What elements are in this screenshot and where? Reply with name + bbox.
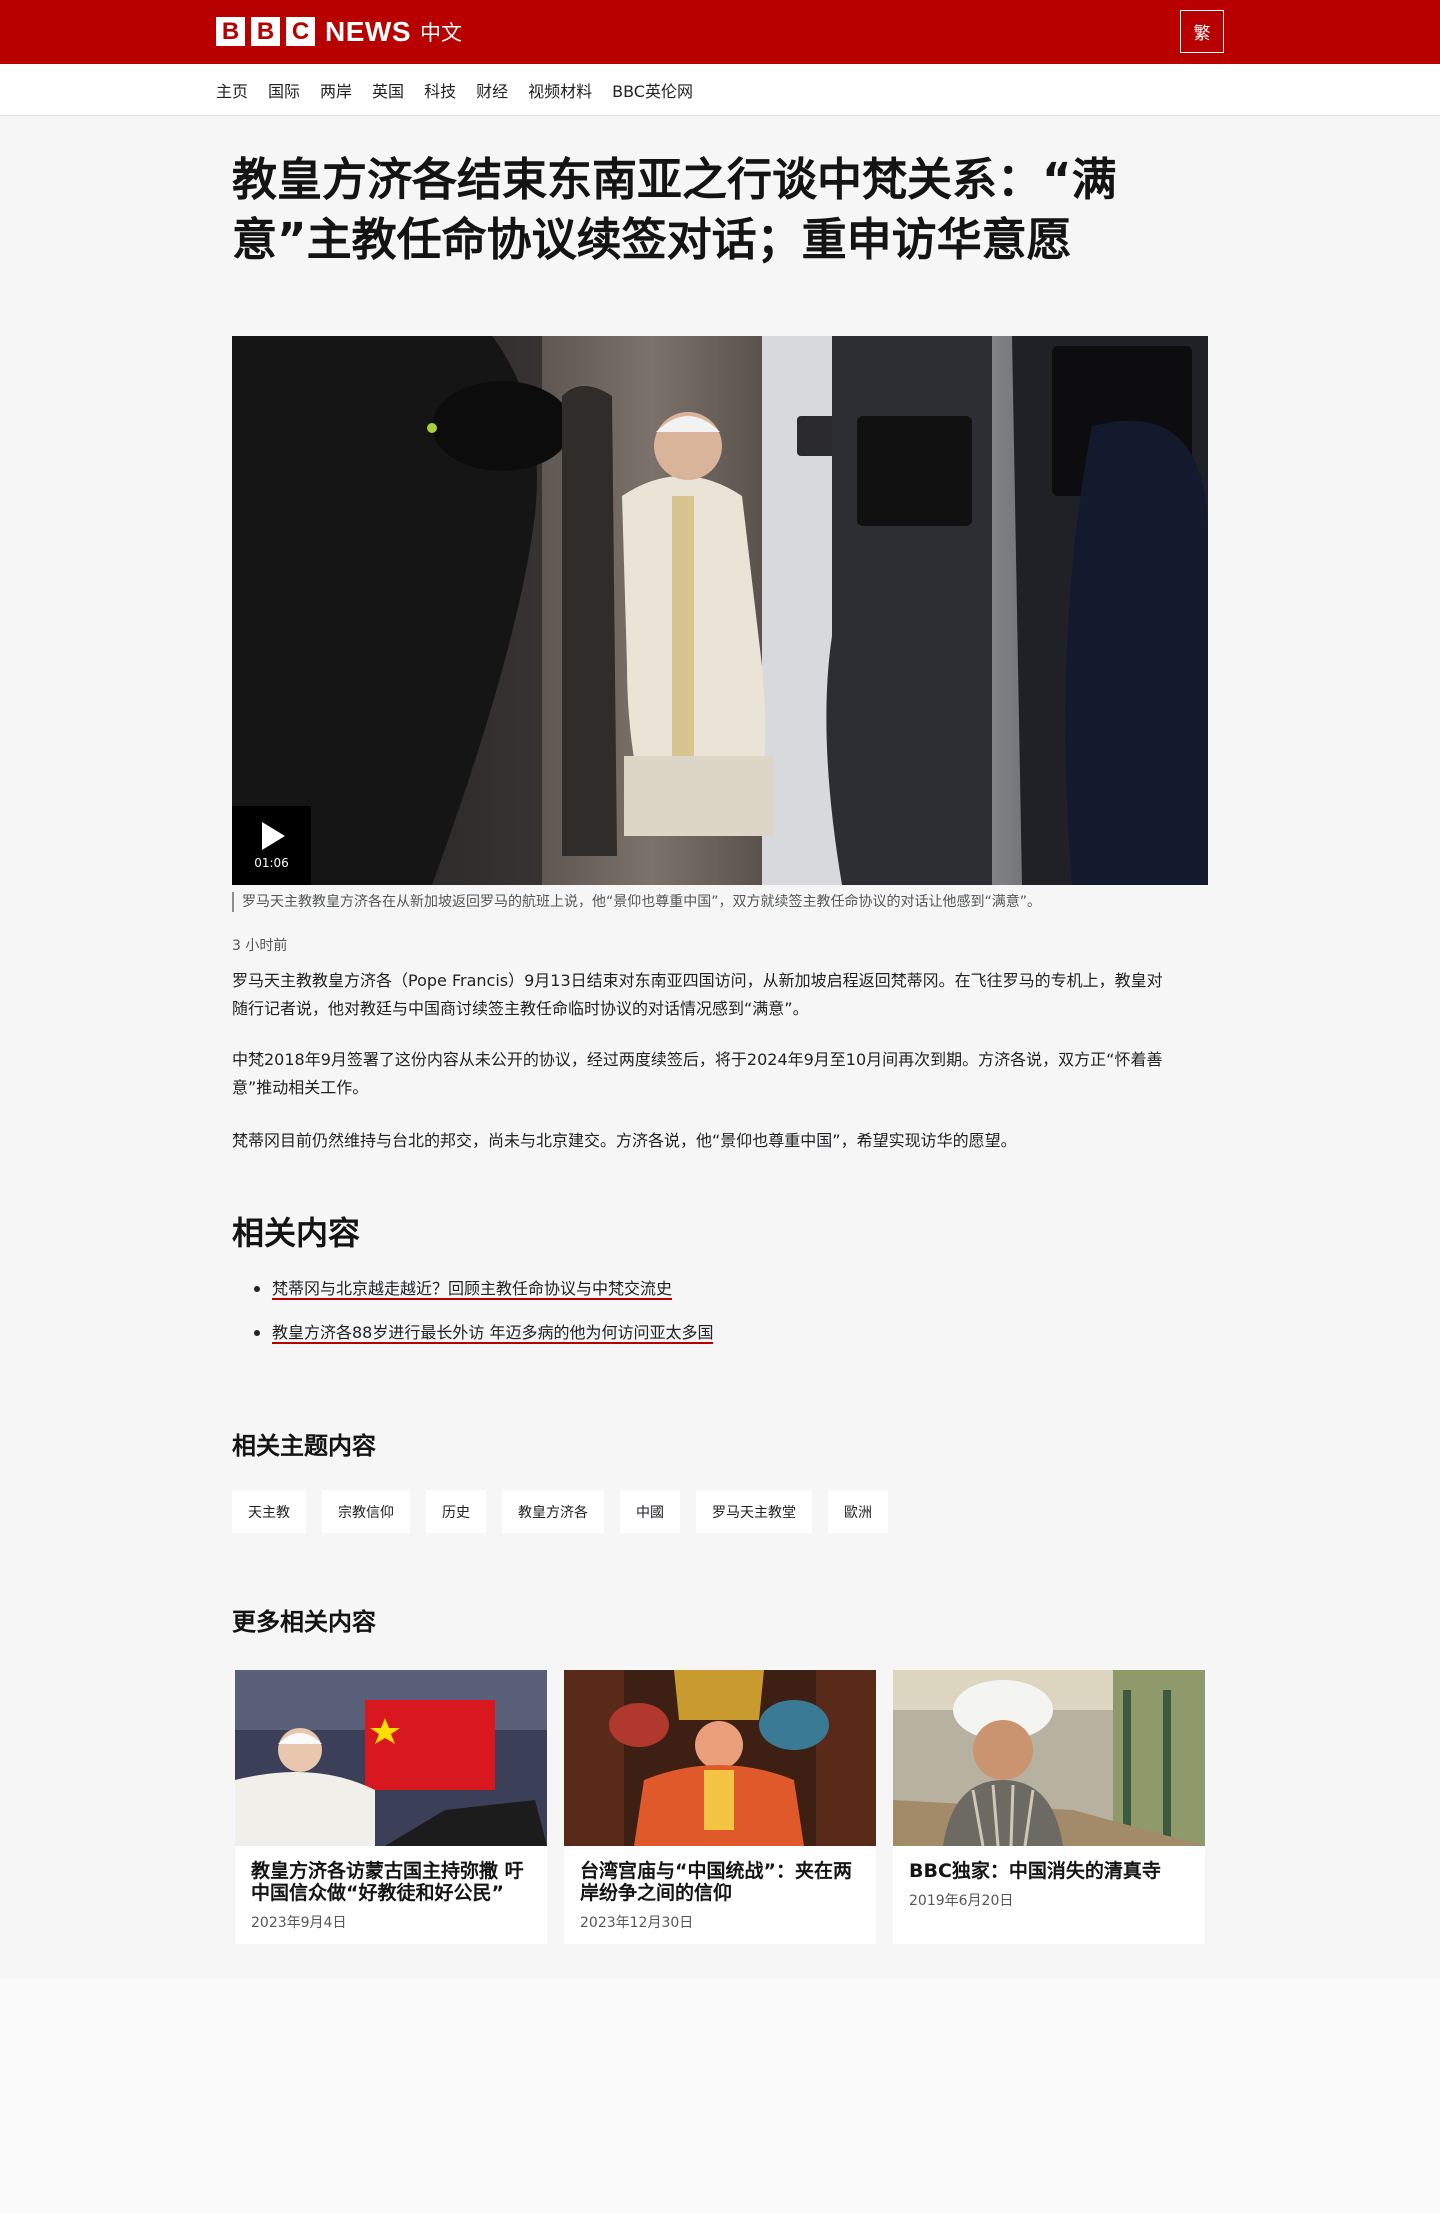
story-card[interactable]: 教皇方济各访蒙古国主持弥撒 吁中国信众做“好教徒和好公民” 2023年9月4日 bbox=[235, 1670, 547, 1944]
video-duration: 01:06 bbox=[254, 855, 289, 870]
traditional-chinese-toggle-button[interactable]: 繁 bbox=[1180, 10, 1224, 53]
story-card[interactable]: BBC独家：中国消失的清真寺 2019年6月20日 bbox=[893, 1670, 1205, 1944]
story-card-title: BBC独家：中国消失的清真寺 bbox=[909, 1860, 1161, 1882]
nav-item-cross-strait[interactable]: 两岸 bbox=[320, 78, 352, 102]
play-icon bbox=[262, 821, 285, 850]
video-still-image bbox=[232, 336, 1208, 885]
topic-tag[interactable]: 教皇方济各 bbox=[502, 1490, 604, 1533]
topic-tag[interactable]: 历史 bbox=[426, 1490, 486, 1533]
story-thumbnail bbox=[893, 1670, 1205, 1846]
related-content-heading: 相关内容 bbox=[232, 1214, 361, 1252]
more-content-heading: 更多相关内容 bbox=[232, 1608, 376, 1636]
related-links-list: 梵蒂冈与北京越走越近？回顾主教任命协议与中梵交流史 教皇方济各88岁进行最长外访… bbox=[254, 1278, 714, 1366]
story-card-date: 2023年9月4日 bbox=[251, 1915, 347, 1931]
topic-tag[interactable]: 歐洲 bbox=[828, 1490, 888, 1533]
related-topics-heading: 相关主题内容 bbox=[232, 1432, 376, 1460]
article-paragraph: 罗马天主教教皇方济各（Pope Francis）9月13日结束对东南亚四国访问，… bbox=[232, 971, 1163, 1018]
logo-letter: B bbox=[251, 17, 280, 46]
play-button[interactable]: 01:06 bbox=[232, 806, 311, 885]
nav-item-home[interactable]: 主页 bbox=[216, 78, 248, 102]
story-card[interactable]: 台湾宫庙与“中国统战”：夹在两岸纷争之间的信仰 2023年12月30日 bbox=[564, 1670, 876, 1944]
logo-letter: B bbox=[216, 17, 245, 46]
more-content-cards: 教皇方济各访蒙古国主持弥撒 吁中国信众做“好教徒和好公民” 2023年9月4日 … bbox=[235, 1670, 1222, 1944]
site-header: B B C NEWS 中文 繁 bbox=[0, 0, 1440, 64]
logo-chinese-text: 中文 bbox=[420, 20, 462, 45]
video-player[interactable]: 01:06 bbox=[232, 336, 1208, 885]
video-caption: 罗马天主教教皇方济各在从新加坡返回罗马的航班上说，他“景仰也尊重中国”，双方就续… bbox=[232, 892, 1208, 912]
nav-item-tech[interactable]: 科技 bbox=[424, 78, 456, 102]
page-footer-area bbox=[0, 1978, 1440, 2214]
story-thumbnail bbox=[564, 1670, 876, 1846]
bbc-news-logo[interactable]: B B C NEWS 中文 bbox=[216, 16, 462, 47]
nav-item-bbc-uk-chinese[interactable]: BBC英伦网 bbox=[612, 78, 693, 102]
bullet-icon bbox=[254, 1330, 260, 1336]
article-paragraph: 梵蒂冈目前仍然维持与台北的邦交，尚未与北京建交。方济各说，他“景仰也尊重中国”，… bbox=[232, 1131, 1017, 1150]
topic-tags: 天主教 宗教信仰 历史 教皇方济各 中國 罗马天主教堂 歐洲 bbox=[232, 1490, 904, 1533]
nav-item-international[interactable]: 国际 bbox=[268, 78, 300, 102]
main-nav: 主页 国际 两岸 英国 科技 财经 视频材料 BBC英伦网 bbox=[0, 64, 1440, 116]
article-timestamp: 3 小时前 bbox=[232, 938, 288, 954]
related-link[interactable]: 教皇方济各88岁进行最长外访 年迈多病的他为何访问亚太多国 bbox=[272, 1323, 714, 1344]
topic-tag[interactable]: 天主教 bbox=[232, 1490, 306, 1533]
article-title: 教皇方济各结束东南亚之行谈中梵关系：“满意”主教任命协议续签对话；重申访华意愿 bbox=[232, 153, 1117, 266]
article-paragraph: 中梵2018年9月签署了这份内容从未公开的协议，经过两度续签后，将于2024年9… bbox=[232, 1050, 1163, 1097]
nav-item-video[interactable]: 视频材料 bbox=[528, 78, 592, 102]
related-link[interactable]: 梵蒂冈与北京越走越近？回顾主教任命协议与中梵交流史 bbox=[272, 1279, 673, 1300]
story-card-title: 台湾宫庙与“中国统战”：夹在两岸纷争之间的信仰 bbox=[580, 1860, 852, 1904]
list-item: 梵蒂冈与北京越走越近？回顾主教任命协议与中梵交流史 bbox=[254, 1278, 713, 1300]
nav-item-uk[interactable]: 英国 bbox=[372, 78, 404, 102]
story-card-date: 2023年12月30日 bbox=[580, 1915, 694, 1931]
logo-letter: C bbox=[286, 17, 315, 46]
nav-item-finance[interactable]: 财经 bbox=[476, 78, 508, 102]
story-card-date: 2019年6月20日 bbox=[909, 1893, 1014, 1909]
story-thumbnail bbox=[235, 1670, 547, 1846]
topic-tag[interactable]: 罗马天主教堂 bbox=[696, 1490, 812, 1533]
list-item: 教皇方济各88岁进行最长外访 年迈多病的他为何访问亚太多国 bbox=[254, 1322, 714, 1344]
topic-tag[interactable]: 中國 bbox=[620, 1490, 680, 1533]
logo-news-text: NEWS bbox=[325, 15, 411, 47]
bullet-icon bbox=[254, 1286, 260, 1292]
topic-tag[interactable]: 宗教信仰 bbox=[322, 1490, 410, 1533]
story-card-title: 教皇方济各访蒙古国主持弥撒 吁中国信众做“好教徒和好公民” bbox=[251, 1860, 524, 1904]
